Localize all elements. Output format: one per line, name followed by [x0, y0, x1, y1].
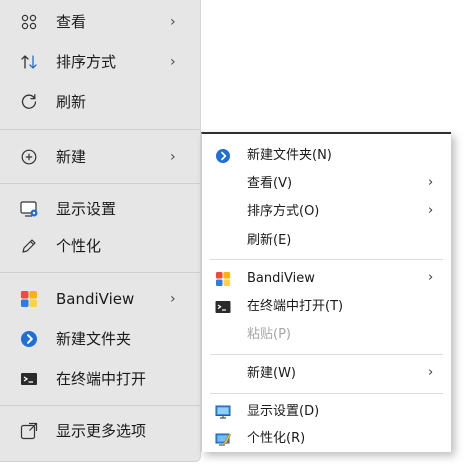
menu-item-view[interactable]: 查看 › — [8, 4, 196, 40]
menu-item-label: 刷新 — [56, 93, 87, 111]
menu-item-label: BandiView — [56, 290, 135, 308]
classic-item-display-settings[interactable]: 显示设置(D) — [202, 398, 451, 426]
terminal-icon — [215, 299, 231, 315]
menu-separator — [0, 183, 200, 184]
pen-brush-icon — [20, 237, 38, 255]
classic-item-new-folder[interactable]: 新建文件夹(N) — [202, 142, 451, 170]
menu-separator — [0, 405, 200, 406]
menu-item-label: 显示设置(D) — [247, 404, 320, 419]
menu-item-label: 新建 — [56, 148, 87, 166]
menu-item-label: 新建文件夹 — [56, 330, 132, 348]
classic-item-view[interactable]: 查看(V) › — [202, 170, 451, 198]
menu-item-personalize[interactable]: 个性化 — [8, 228, 196, 264]
menu-item-show-more-options[interactable]: 显示更多选项 — [8, 413, 196, 449]
grid-view-icon — [20, 13, 38, 31]
menu-item-new-folder[interactable]: 新建文件夹 — [8, 321, 196, 357]
personalize-icon — [215, 431, 231, 447]
classic-item-bandiview[interactable]: BandiView › — [202, 265, 451, 293]
terminal-icon — [20, 370, 38, 388]
display-settings-icon — [20, 200, 38, 218]
menu-separator — [0, 129, 200, 130]
menu-item-sort[interactable]: 排序方式 › — [8, 44, 196, 80]
classic-item-paste: 粘贴(P) — [202, 321, 451, 349]
chevron-right-icon: › — [170, 14, 176, 30]
new-folder-blue-icon — [215, 148, 231, 164]
bandiview-logo-icon — [20, 290, 38, 308]
chevron-right-icon: › — [428, 365, 434, 380]
new-folder-blue-icon — [20, 330, 38, 348]
menu-item-label: 显示设置 — [56, 200, 117, 218]
menu-item-label: 显示更多选项 — [56, 422, 147, 440]
menu-separator — [210, 354, 443, 355]
classic-item-personalize[interactable]: 个性化(R) — [202, 425, 451, 453]
chevron-right-icon: › — [170, 149, 176, 165]
refresh-icon — [20, 93, 38, 111]
menu-item-label: 粘贴(P) — [247, 327, 291, 342]
context-menu-primary: 查看 › 排序方式 › 刷新 新建 › 显示设置 个性化 BandiView ›… — [0, 0, 201, 462]
menu-item-label: 新建(W) — [247, 366, 296, 381]
menu-item-label: 查看 — [56, 13, 87, 31]
chevron-right-icon: › — [428, 270, 434, 285]
menu-separator — [0, 272, 200, 273]
chevron-right-icon: › — [428, 203, 434, 218]
menu-item-label: 排序方式 — [56, 53, 117, 71]
menu-item-label: BandiView — [247, 271, 315, 286]
menu-item-new[interactable]: 新建 › — [8, 139, 196, 175]
menu-item-label: 个性化(R) — [247, 431, 306, 446]
menu-item-refresh[interactable]: 刷新 — [8, 84, 196, 120]
menu-item-label: 新建文件夹(N) — [247, 148, 332, 163]
classic-item-open-terminal[interactable]: 在终端中打开(T) — [202, 293, 451, 321]
menu-item-bandiview[interactable]: BandiView › — [8, 281, 196, 317]
new-plus-icon — [20, 148, 38, 166]
chevron-right-icon: › — [170, 54, 176, 70]
context-menu-classic: 新建文件夹(N) 查看(V) › 排序方式(O) › 刷新(E) BandiVi… — [201, 132, 451, 452]
bandiview-logo-icon — [215, 271, 231, 287]
menu-item-label: 在终端中打开 — [56, 370, 147, 388]
menu-item-label: 刷新(E) — [247, 233, 292, 248]
classic-item-refresh[interactable]: 刷新(E) — [202, 227, 451, 255]
classic-item-sort[interactable]: 排序方式(O) › — [202, 198, 451, 226]
menu-item-label: 个性化 — [56, 237, 102, 255]
more-options-icon — [20, 422, 38, 440]
menu-separator — [210, 393, 443, 394]
menu-item-label: 排序方式(O) — [247, 204, 320, 219]
menu-item-display-settings[interactable]: 显示设置 — [8, 191, 196, 227]
classic-item-new[interactable]: 新建(W) › — [202, 360, 451, 388]
menu-item-label: 在终端中打开(T) — [247, 299, 344, 314]
chevron-right-icon: › — [428, 175, 434, 190]
menu-item-open-terminal[interactable]: 在终端中打开 — [8, 361, 196, 397]
monitor-icon — [215, 404, 231, 420]
chevron-right-icon: › — [170, 291, 176, 307]
menu-separator — [210, 259, 443, 260]
menu-item-label: 查看(V) — [247, 176, 293, 191]
sort-arrows-icon — [20, 53, 38, 71]
